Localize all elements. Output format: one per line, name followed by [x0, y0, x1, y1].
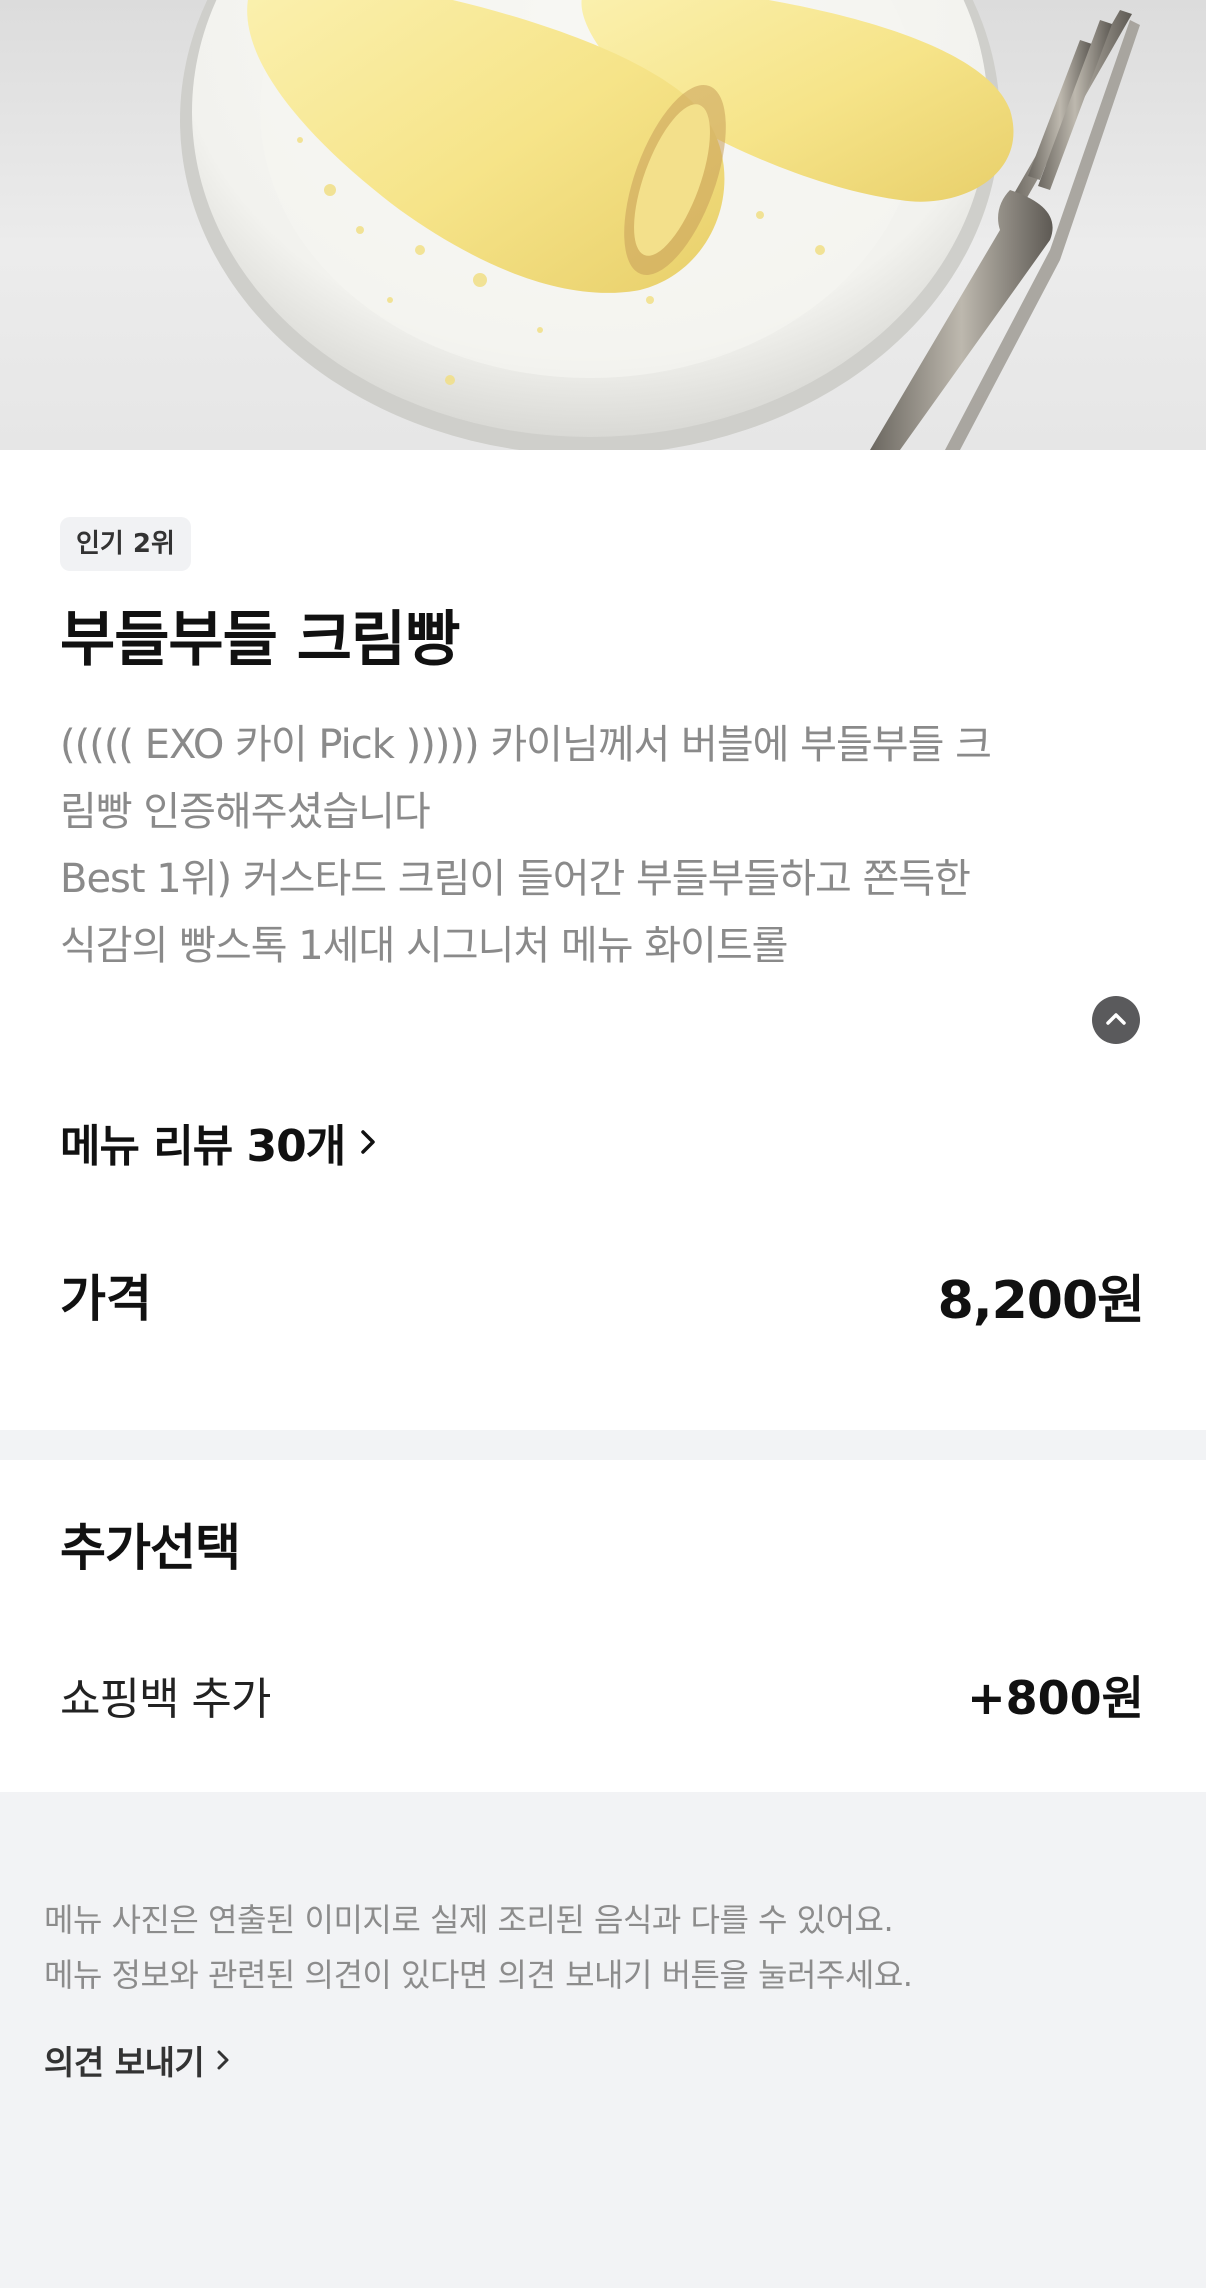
- option-price: +800원: [967, 1671, 1144, 1725]
- menu-description: ((((( EXO 카이 Pick ))))) 카이님께서 버블에 부들부들 크…: [60, 712, 1150, 980]
- feedback-link-label: 의견 보내기: [44, 2043, 205, 2082]
- disclaimer-line: 메뉴 정보와 관련된 의견이 있다면 의견 보내기 버튼을 눌러주세요.: [44, 1956, 913, 1994]
- description-line: 식감의 빵스톡 1세대 시그니처 메뉴 화이트롤: [60, 923, 788, 969]
- description-line: ((((( EXO 카이 Pick ))))) 카이님께서 버블에 부들부들 크: [60, 722, 992, 768]
- send-feedback-link[interactable]: 의견 보내기: [44, 2035, 230, 2085]
- price-value: 8,200원: [937, 1270, 1145, 1331]
- menu-photo: [0, 0, 1206, 450]
- option-item[interactable]: 쇼핑백 추가 +800원: [60, 1660, 1144, 1730]
- price-label: 가격: [60, 1270, 152, 1328]
- menu-review-link[interactable]: 메뉴 리뷰 30개: [60, 1110, 377, 1174]
- description-line: Best 1위) 커스타드 크림이 들어간 부들부들하고 쫀득한: [60, 856, 971, 902]
- chevron-right-icon: [216, 2048, 230, 2072]
- disclaimer-line: 메뉴 사진은 연출된 이미지로 실제 조리된 음식과 다를 수 있어요.: [44, 1901, 894, 1939]
- option-name: 쇼핑백 추가: [60, 1674, 271, 1725]
- extra-options-section: 추가선택 쇼핑백 추가 +800원: [0, 1460, 1206, 1792]
- collapse-description-button[interactable]: [1092, 996, 1140, 1044]
- popularity-badge: 인기 2위: [60, 517, 191, 571]
- description-line: 림빵 인증해주셨습니다: [60, 789, 431, 835]
- review-link-label: 메뉴 리뷰 30개: [60, 1121, 346, 1172]
- chevron-right-icon: [359, 1127, 377, 1157]
- menu-info-section: 인기 2위 부들부들 크림빵 ((((( EXO 카이 Pick ))))) 카…: [0, 450, 1206, 1430]
- menu-title: 부들부들 크림빵: [60, 605, 460, 675]
- price-row: 가격 8,200원: [60, 1255, 1145, 1335]
- options-heading: 추가선택: [60, 1519, 241, 1577]
- photo-disclaimer: 메뉴 사진은 연출된 이미지로 실제 조리된 음식과 다를 수 있어요. 메뉴 …: [44, 1893, 913, 2003]
- chevron-up-icon: [1105, 1010, 1127, 1030]
